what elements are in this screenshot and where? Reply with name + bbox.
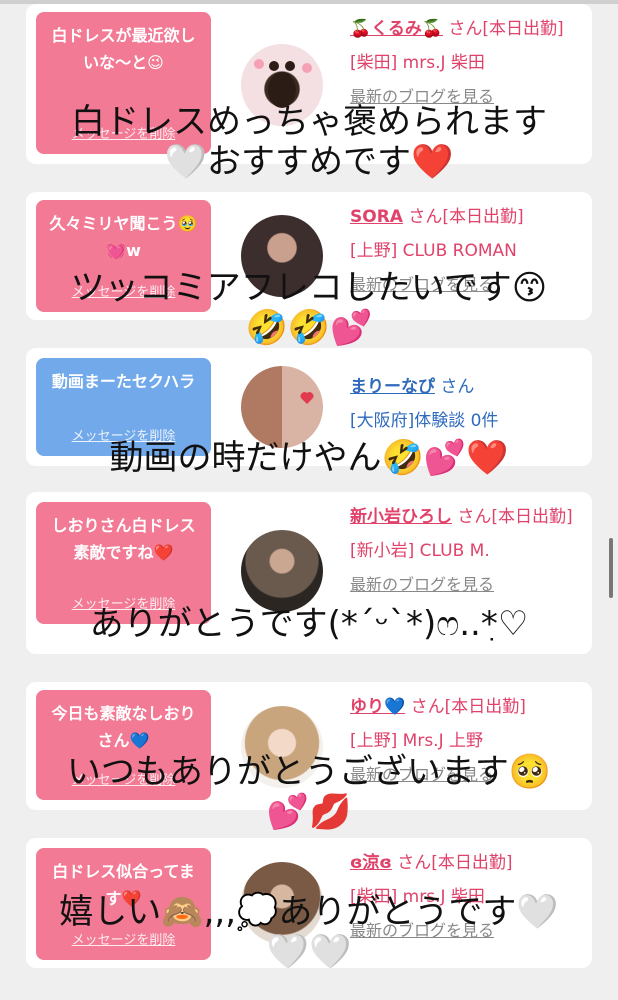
user-name-link[interactable]: 新小岩ひろし: [350, 507, 452, 527]
overlay-line: 嬉しい🙈,,,💭ありがとうです🤍: [59, 892, 559, 932]
latest-blog-link[interactable]: 最新のブログを見る: [350, 575, 494, 594]
shop-name: [新小岩] CLUB M.: [350, 541, 490, 561]
user-status: さん[本日出勤]: [408, 207, 524, 227]
user-info: 新小岩ひろし さん[本日出勤] [新小岩] CLUB M. 最新のブログを見る: [350, 500, 582, 602]
user-status: さん: [440, 377, 475, 397]
overlay-line: 🤣🤣💕: [245, 308, 373, 348]
avatar[interactable]: [241, 530, 323, 612]
user-info: まりーなぴ さん [大阪府]体験談 0件: [350, 370, 582, 438]
photo-heart-icon: [300, 392, 314, 404]
message-text: 久々ミリヤ聞こう🥹💓w: [49, 214, 198, 260]
overlay-line: 🤍🤍: [266, 932, 352, 972]
overlay-caption: 動画の時だけやん🤣💕❤️: [0, 438, 618, 478]
user-status: さん[本日出勤]: [410, 697, 526, 717]
shop-name: [柴田] mrs.J 柴田: [350, 53, 485, 73]
overlay-caption: ツッコミアフレコしたいです😙 🤣🤣💕: [0, 268, 618, 348]
message-text: 動画まーたセクハラ: [51, 372, 196, 391]
overlay-caption: いつもありがとうございます🥺 💕💋: [0, 752, 618, 832]
overlay-line: 白ドレスめっちゃ褒められます: [71, 102, 547, 142]
shop-name: [大阪府]体験談 0件: [350, 411, 499, 431]
user-name-link[interactable]: ɞ涼ɞ: [350, 853, 392, 873]
shop-name: [上野] CLUB ROMAN: [350, 241, 517, 261]
user-info: 🍒くるみ🍒 さん[本日出勤] [柴田] mrs.J 柴田 最新のブログを見る: [350, 12, 582, 114]
message-text: しおりさん白ドレス素敵ですね❤️: [51, 516, 196, 562]
scrollbar[interactable]: [609, 538, 613, 598]
overlay-line: ツッコミアフレコしたいです😙: [70, 268, 548, 308]
overlay-line: いつもありがとうございます🥺: [66, 752, 552, 792]
user-status: さん[本日出勤]: [457, 507, 573, 527]
overlay-line: 🤍おすすめです❤️: [164, 142, 454, 182]
user-name-link[interactable]: まりーなぴ: [350, 377, 435, 397]
user-status: さん[本日出勤]: [397, 853, 513, 873]
user-status: さん[本日出勤]: [448, 19, 564, 39]
user-name-link[interactable]: 🍒くるみ🍒: [350, 19, 443, 39]
overlay-caption: ありがとうです(*ˊᵕˋ*)ෆ..ִ*♡: [0, 604, 618, 644]
message-text: 白ドレスが最近欲しいな〜と😉: [51, 26, 196, 72]
overlay-caption: 白ドレスめっちゃ褒められます 🤍おすすめです❤️: [0, 102, 618, 182]
shop-name: [上野] Mrs.J 上野: [350, 731, 484, 751]
overlay-line: 動画の時だけやん🤣💕❤️: [109, 438, 509, 478]
overlay-caption: 嬉しい🙈,,,💭ありがとうです🤍 🤍🤍: [0, 892, 618, 972]
user-name-link[interactable]: ゆり💙: [350, 697, 405, 717]
overlay-line: ありがとうです(*ˊᵕˋ*)ෆ..ִ*♡: [89, 604, 529, 644]
avatar[interactable]: [241, 366, 323, 448]
user-name-link[interactable]: SORA: [350, 207, 403, 227]
overlay-line: 💕💋: [266, 792, 352, 832]
message-text: 今日も素敵なしおりさん💙: [51, 704, 196, 750]
